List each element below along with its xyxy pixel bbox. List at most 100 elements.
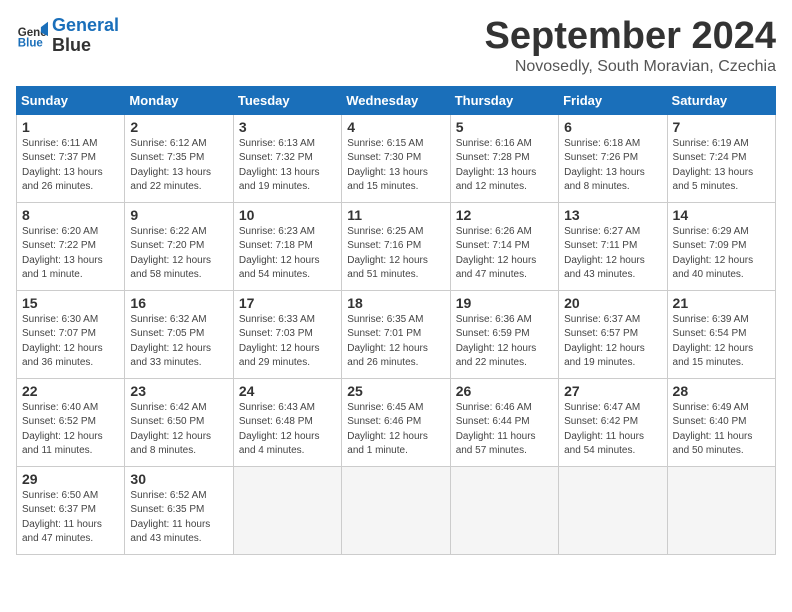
day-number-25: 25 — [347, 383, 444, 399]
week-row-5: 29 Sunrise: 6:50 AM Sunset: 6:37 PM Dayli… — [17, 466, 776, 554]
day-number-10: 10 — [239, 207, 336, 223]
day-cell-2: 2 Sunrise: 6:12 AM Sunset: 7:35 PM Daylig… — [125, 114, 233, 202]
day-info-13: Sunrise: 6:27 AM Sunset: 7:11 PM Dayligh… — [564, 225, 661, 283]
day-info-5: Sunrise: 6:16 AM Sunset: 7:28 PM Dayligh… — [456, 137, 553, 195]
header-tuesday: Tuesday — [233, 86, 341, 114]
header-friday: Friday — [559, 86, 667, 114]
day-info-14: Sunrise: 6:29 AM Sunset: 7:09 PM Dayligh… — [673, 225, 770, 283]
day-number-16: 16 — [130, 295, 227, 311]
day-cell-20: 20 Sunrise: 6:37 AM Sunset: 6:57 PM Dayli… — [559, 290, 667, 378]
day-info-12: Sunrise: 6:26 AM Sunset: 7:14 PM Dayligh… — [456, 225, 553, 283]
day-number-20: 20 — [564, 295, 661, 311]
header-sunday: Sunday — [17, 86, 125, 114]
day-info-1: Sunrise: 6:11 AM Sunset: 7:37 PM Dayligh… — [22, 137, 119, 195]
day-info-9: Sunrise: 6:22 AM Sunset: 7:20 PM Dayligh… — [130, 225, 227, 283]
day-info-18: Sunrise: 6:35 AM Sunset: 7:01 PM Dayligh… — [347, 313, 444, 371]
day-number-22: 22 — [22, 383, 119, 399]
day-info-27: Sunrise: 6:47 AM Sunset: 6:42 PM Dayligh… — [564, 401, 661, 459]
svg-text:Blue: Blue — [18, 37, 44, 49]
header-monday: Monday — [125, 86, 233, 114]
day-cell-14: 14 Sunrise: 6:29 AM Sunset: 7:09 PM Dayli… — [667, 202, 775, 290]
day-number-3: 3 — [239, 119, 336, 135]
day-cell-21: 21Sunrise: 6:39 AM Sunset: 6:54 PM Dayli… — [667, 290, 775, 378]
week-row-2: 8 Sunrise: 6:20 AM Sunset: 7:22 PM Daylig… — [17, 202, 776, 290]
calendar: Sunday Monday Tuesday Wednesday Thursday… — [16, 86, 776, 555]
day-number-6: 6 — [564, 119, 661, 135]
day-number-28: 28 — [673, 383, 770, 399]
day-number-15: 15 — [22, 295, 119, 311]
header-wednesday: Wednesday — [342, 86, 450, 114]
day-cell-8: 8 Sunrise: 6:20 AM Sunset: 7:22 PM Daylig… — [17, 202, 125, 290]
day-cell-13: 13Sunrise: 6:27 AM Sunset: 7:11 PM Dayli… — [559, 202, 667, 290]
day-info-15: Sunrise: 6:30 AM Sunset: 7:07 PM Dayligh… — [22, 313, 119, 371]
day-number-7: 7 — [673, 119, 770, 135]
day-info-29: Sunrise: 6:50 AM Sunset: 6:37 PM Dayligh… — [22, 489, 119, 547]
day-number-21: 21 — [673, 295, 770, 311]
day-number-26: 26 — [456, 383, 553, 399]
day-cell-5: 5Sunrise: 6:16 AM Sunset: 7:28 PM Daylig… — [450, 114, 558, 202]
day-cell-16: 16 Sunrise: 6:32 AM Sunset: 7:05 PM Dayli… — [125, 290, 233, 378]
day-info-23: Sunrise: 6:42 AM Sunset: 6:50 PM Dayligh… — [130, 401, 227, 459]
day-number-8: 8 — [22, 207, 119, 223]
weekday-header-row: Sunday Monday Tuesday Wednesday Thursday… — [17, 86, 776, 114]
logo-text: GeneralBlue — [52, 16, 119, 56]
day-number-29: 29 — [22, 471, 119, 487]
empty-cell — [342, 466, 450, 554]
day-info-4: Sunrise: 6:15 AM Sunset: 7:30 PM Dayligh… — [347, 137, 444, 195]
day-cell-12: 12 Sunrise: 6:26 AM Sunset: 7:14 PM Dayli… — [450, 202, 558, 290]
day-number-18: 18 — [347, 295, 444, 311]
day-cell-6: 6Sunrise: 6:18 AM Sunset: 7:26 PM Daylig… — [559, 114, 667, 202]
day-cell-15: 15 Sunrise: 6:30 AM Sunset: 7:07 PM Dayli… — [17, 290, 125, 378]
day-cell-22: 22Sunrise: 6:40 AM Sunset: 6:52 PM Dayli… — [17, 378, 125, 466]
day-cell-10: 10 Sunrise: 6:23 AM Sunset: 7:18 PM Dayli… — [233, 202, 341, 290]
day-number-24: 24 — [239, 383, 336, 399]
day-number-19: 19 — [456, 295, 553, 311]
week-row-4: 22Sunrise: 6:40 AM Sunset: 6:52 PM Dayli… — [17, 378, 776, 466]
logo: General Blue GeneralBlue — [16, 16, 119, 56]
day-cell-29: 29 Sunrise: 6:50 AM Sunset: 6:37 PM Dayli… — [17, 466, 125, 554]
day-info-28: Sunrise: 6:49 AM Sunset: 6:40 PM Dayligh… — [673, 401, 770, 459]
day-number-1: 1 — [22, 119, 119, 135]
day-cell-23: 23 Sunrise: 6:42 AM Sunset: 6:50 PM Dayli… — [125, 378, 233, 466]
day-info-11: Sunrise: 6:25 AM Sunset: 7:16 PM Dayligh… — [347, 225, 444, 283]
day-cell-28: 28 Sunrise: 6:49 AM Sunset: 6:40 PM Dayli… — [667, 378, 775, 466]
logo-icon: General Blue — [16, 20, 48, 52]
day-cell-26: 26 Sunrise: 6:46 AM Sunset: 6:44 PM Dayli… — [450, 378, 558, 466]
title-block: September 2024 Novosedly, South Moravian… — [485, 16, 777, 76]
day-cell-18: 18 Sunrise: 6:35 AM Sunset: 7:01 PM Dayli… — [342, 290, 450, 378]
day-info-2: Sunrise: 6:12 AM Sunset: 7:35 PM Dayligh… — [130, 137, 227, 195]
day-number-27: 27 — [564, 383, 661, 399]
day-info-7: Sunrise: 6:19 AM Sunset: 7:24 PM Dayligh… — [673, 137, 770, 195]
week-row-3: 15 Sunrise: 6:30 AM Sunset: 7:07 PM Dayli… — [17, 290, 776, 378]
day-cell-30: 30Sunrise: 6:52 AM Sunset: 6:35 PM Dayli… — [125, 466, 233, 554]
day-cell-9: 9 Sunrise: 6:22 AM Sunset: 7:20 PM Daylig… — [125, 202, 233, 290]
day-cell-17: 17Sunrise: 6:33 AM Sunset: 7:03 PM Dayli… — [233, 290, 341, 378]
day-number-14: 14 — [673, 207, 770, 223]
day-cell-1: 1 Sunrise: 6:11 AM Sunset: 7:37 PM Daylig… — [17, 114, 125, 202]
day-cell-4: 4Sunrise: 6:15 AM Sunset: 7:30 PM Daylig… — [342, 114, 450, 202]
day-number-2: 2 — [130, 119, 227, 135]
day-info-16: Sunrise: 6:32 AM Sunset: 7:05 PM Dayligh… — [130, 313, 227, 371]
empty-cell — [667, 466, 775, 554]
day-number-23: 23 — [130, 383, 227, 399]
day-info-20: Sunrise: 6:37 AM Sunset: 6:57 PM Dayligh… — [564, 313, 661, 371]
day-cell-3: 3 Sunrise: 6:13 AM Sunset: 7:32 PM Daylig… — [233, 114, 341, 202]
week-row-1: 1 Sunrise: 6:11 AM Sunset: 7:37 PM Daylig… — [17, 114, 776, 202]
day-cell-25: 25Sunrise: 6:45 AM Sunset: 6:46 PM Dayli… — [342, 378, 450, 466]
day-info-3: Sunrise: 6:13 AM Sunset: 7:32 PM Dayligh… — [239, 137, 336, 195]
day-number-17: 17 — [239, 295, 336, 311]
day-info-24: Sunrise: 6:43 AM Sunset: 6:48 PM Dayligh… — [239, 401, 336, 459]
day-info-8: Sunrise: 6:20 AM Sunset: 7:22 PM Dayligh… — [22, 225, 119, 283]
header-saturday: Saturday — [667, 86, 775, 114]
day-number-9: 9 — [130, 207, 227, 223]
day-info-10: Sunrise: 6:23 AM Sunset: 7:18 PM Dayligh… — [239, 225, 336, 283]
day-number-11: 11 — [347, 207, 444, 223]
month-title: September 2024 — [485, 16, 777, 58]
day-number-12: 12 — [456, 207, 553, 223]
day-number-30: 30 — [130, 471, 227, 487]
day-info-26: Sunrise: 6:46 AM Sunset: 6:44 PM Dayligh… — [456, 401, 553, 459]
page-header: General Blue GeneralBlue September 2024 … — [16, 16, 776, 76]
day-cell-19: 19 Sunrise: 6:36 AM Sunset: 6:59 PM Dayli… — [450, 290, 558, 378]
empty-cell — [450, 466, 558, 554]
day-info-19: Sunrise: 6:36 AM Sunset: 6:59 PM Dayligh… — [456, 313, 553, 371]
